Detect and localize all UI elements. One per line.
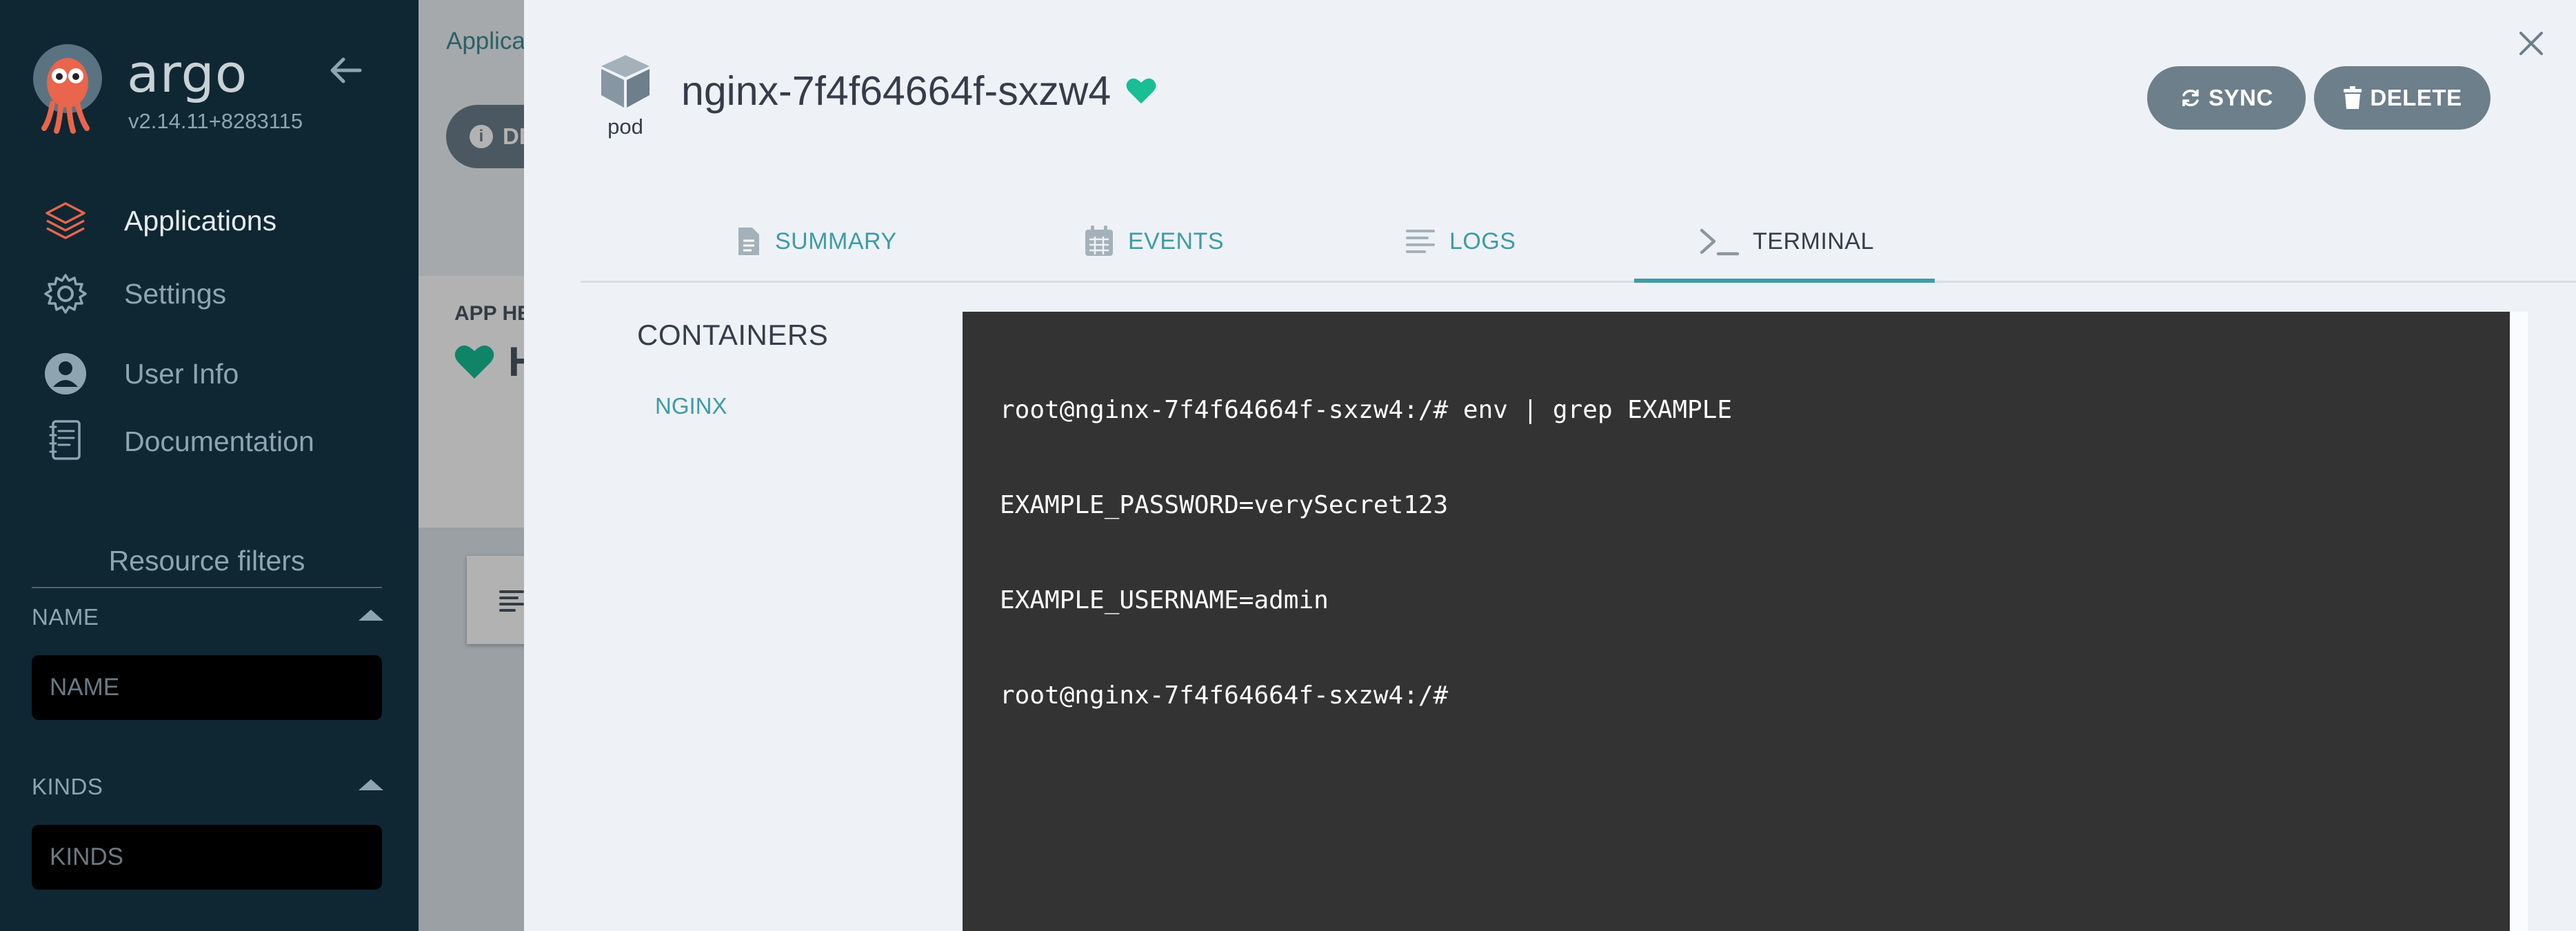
terminal-line: root@nginx-7f4f64664f-sxzw4:/# <box>1000 681 1449 710</box>
lines-icon <box>1406 230 1435 253</box>
resource-tabs: SUMMARY EVENTS LOGS TERMINAL <box>581 200 2576 283</box>
tab-label: SUMMARY <box>775 228 897 254</box>
sync-button[interactable]: SYNC <box>2147 66 2306 130</box>
name-filter-input[interactable] <box>32 655 382 720</box>
sidebar-item-settings[interactable]: Settings <box>40 266 412 321</box>
tab-summary[interactable]: SUMMARY <box>736 200 897 283</box>
terminal-line: root@nginx-7f4f64664f-sxzw4:/# env | gre… <box>1000 396 1733 424</box>
user-circle-icon <box>40 348 91 399</box>
sidebar-item-applications[interactable]: Applications <box>40 193 412 248</box>
container-link-nginx[interactable]: NGINX <box>655 393 727 419</box>
sidebar: argo v2.14.11+8283115 Applications Setti… <box>0 0 419 931</box>
resource-filters-title: Resource filters <box>32 545 382 588</box>
file-icon <box>738 228 759 255</box>
name-filter-label: NAME <box>32 604 99 630</box>
resource-name: nginx-7f4f64664f-sxzw4 <box>681 68 1111 114</box>
tab-label: TERMINAL <box>1753 228 1874 254</box>
terminal-line: EXAMPLE_PASSWORD=verySecret123 <box>1000 491 1449 519</box>
terminal-scrollbar[interactable] <box>2510 312 2528 931</box>
active-tab-indicator <box>1634 279 1935 283</box>
heart-icon <box>1126 78 1156 104</box>
delete-button-label: DELETE <box>2370 85 2462 110</box>
sidebar-item-user-info[interactable]: User Info <box>40 346 412 401</box>
close-icon[interactable] <box>2514 26 2548 61</box>
kinds-filter-label: KINDS <box>32 774 103 799</box>
sync-button-label: SYNC <box>2208 85 2273 110</box>
kinds-filter-input[interactable] <box>32 825 382 890</box>
name-filter-collapse-icon[interactable] <box>359 610 383 621</box>
delete-button[interactable]: DELETE <box>2314 66 2491 130</box>
book-icon <box>40 416 91 467</box>
tab-label: LOGS <box>1449 228 1516 254</box>
layers-icon <box>40 195 91 246</box>
calendar-icon <box>1085 226 1113 256</box>
trash-icon <box>2344 86 2362 109</box>
sidebar-item-label: Settings <box>124 277 227 310</box>
collapse-sidebar-icon[interactable] <box>325 50 367 91</box>
version-label: v2.14.11+8283115 <box>128 109 303 133</box>
sync-icon <box>2182 89 2199 107</box>
tab-events[interactable]: EVENTS <box>1084 200 1224 283</box>
kinds-filter-collapse-icon[interactable] <box>359 779 383 790</box>
gear-icon <box>40 268 91 319</box>
sidebar-item-documentation[interactable]: Documentation <box>40 414 412 469</box>
containers-title: CONTAINERS <box>637 319 829 351</box>
brand-name: argo <box>127 43 248 104</box>
sidebar-item-label: Applications <box>124 204 277 237</box>
tab-logs[interactable]: LOGS <box>1405 200 1516 283</box>
terminal-line: EXAMPLE_USERNAME=admin <box>1000 586 1329 614</box>
terminal-output[interactable]: root@nginx-7f4f64664f-sxzw4:/# env | gre… <box>963 312 2510 931</box>
terminal-icon <box>1700 228 1739 256</box>
resource-kind: pod <box>607 114 643 139</box>
resource-details-panel: pod nginx-7f4f64664f-sxzw4 SYNC DELETE S… <box>524 0 2576 931</box>
tab-label: EVENTS <box>1128 228 1225 254</box>
tab-terminal[interactable]: TERMINAL <box>1699 200 1874 283</box>
sidebar-item-label: User Info <box>124 357 239 390</box>
argo-logo <box>29 43 106 134</box>
sidebar-item-label: Documentation <box>124 425 314 457</box>
resource-title: nginx-7f4f64664f-sxzw4 <box>681 68 1156 114</box>
